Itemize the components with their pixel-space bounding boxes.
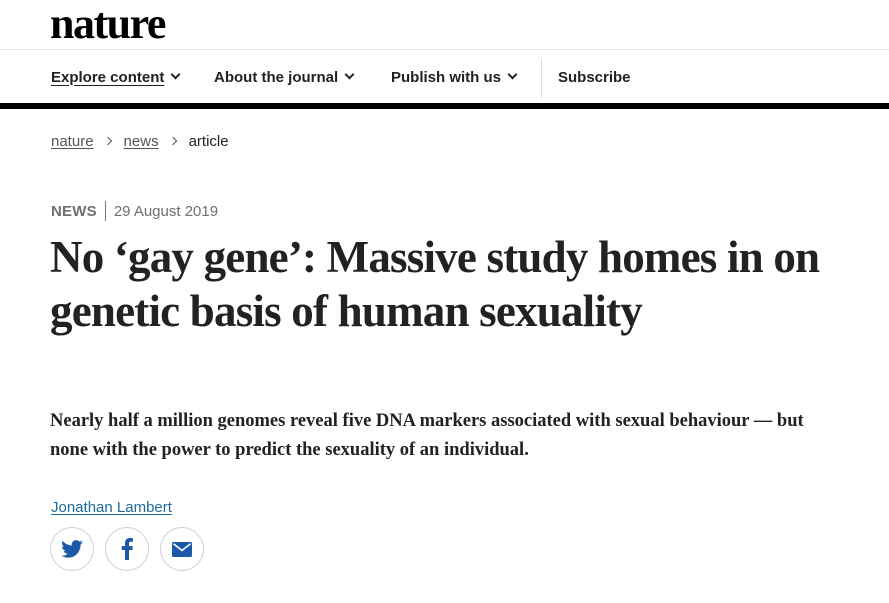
site-logo[interactable]: nature	[50, 2, 166, 46]
article-standfirst: Nearly half a million genomes reveal fiv…	[50, 411, 804, 460]
share-buttons	[50, 527, 215, 571]
article-date: 29 August 2019	[113, 202, 219, 220]
share-facebook-button[interactable]	[105, 527, 149, 571]
chevron-right-icon	[103, 136, 112, 146]
breadcrumb: nature news article	[51, 131, 229, 151]
article-meta: NEWS 29 August 2019	[51, 200, 218, 222]
breadcrumb-item-nature[interactable]: nature	[51, 133, 94, 150]
chevron-down-icon	[344, 69, 355, 80]
breadcrumb-item-news[interactable]: news	[124, 133, 159, 150]
chevron-down-icon	[507, 69, 518, 80]
article-title: No ‘gay gene’: Massive study homes in on…	[50, 232, 820, 336]
nav-about-the-journal-label: About the journal	[214, 68, 339, 86]
nav-publish-with-us-label: Publish with us	[391, 68, 502, 86]
chevron-down-icon	[170, 69, 181, 80]
breadcrumb-item-article: article	[188, 132, 229, 150]
meta-divider	[104, 201, 106, 221]
nav-separator	[541, 58, 542, 98]
nav-bottom-bar	[0, 103, 889, 109]
chevron-right-icon	[168, 136, 177, 146]
article-type: NEWS	[51, 202, 97, 220]
nav-explore-content[interactable]: Explore content	[51, 50, 181, 104]
facebook-icon	[121, 538, 133, 560]
main-nav: Explore content About the journal Publis…	[0, 50, 889, 104]
nav-subscribe[interactable]: Subscribe	[558, 50, 631, 104]
nav-publish-with-us[interactable]: Publish with us	[391, 50, 518, 104]
nav-explore-content-label: Explore content	[51, 68, 165, 86]
author-link[interactable]: Jonathan Lambert	[51, 499, 172, 516]
nav-about-the-journal[interactable]: About the journal	[214, 50, 355, 104]
email-icon	[172, 541, 192, 557]
twitter-icon	[61, 540, 83, 558]
share-twitter-button[interactable]	[50, 527, 94, 571]
nav-subscribe-label: Subscribe	[558, 68, 631, 86]
share-email-button[interactable]	[160, 527, 204, 571]
